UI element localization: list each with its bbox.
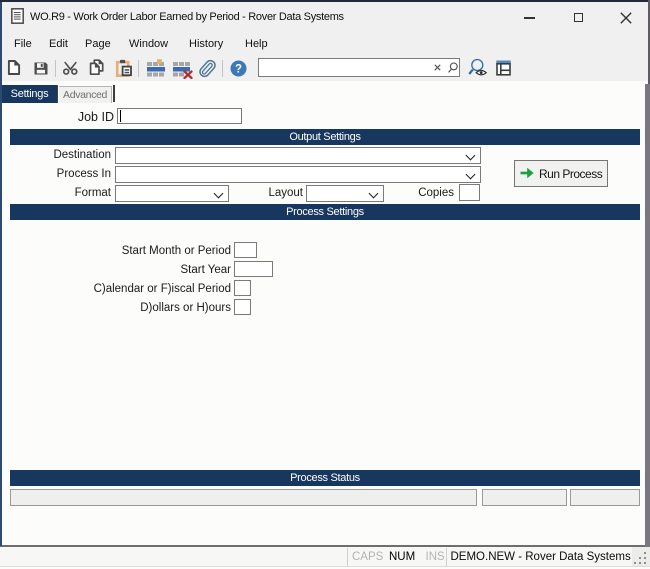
- svg-text:?: ?: [234, 63, 241, 75]
